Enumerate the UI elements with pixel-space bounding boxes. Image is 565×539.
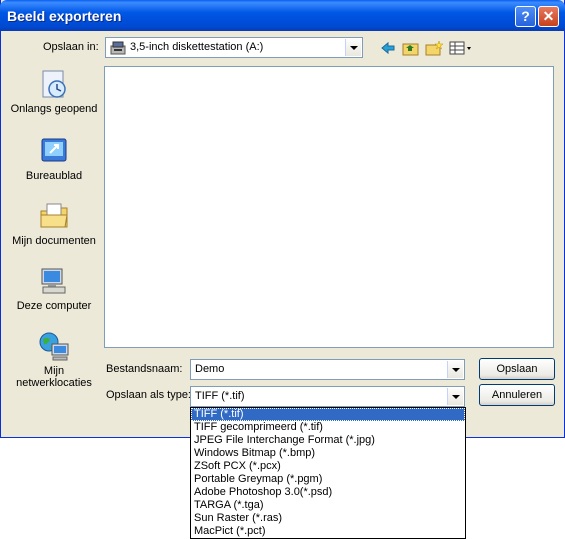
place-my-computer-label: Deze computer [16,300,92,312]
title-bar[interactable]: Beeld exporteren ? ✕ [0,0,565,31]
filetype-option[interactable]: Windows Bitmap (*.bmp) [191,447,465,460]
filetype-option[interactable]: JPEG File Interchange Format (*.jpg) [191,434,465,447]
filetype-option[interactable]: TIFF gecomprimeerd (*.tif) [191,421,465,434]
filetype-option[interactable]: TARGA (*.tga) [191,499,465,512]
file-list[interactable] [104,66,554,348]
place-my-computer[interactable]: Deze computer [9,265,99,312]
save-in-value: 3,5-inch diskettestation (A:) [130,41,264,53]
up-folder-icon[interactable] [401,38,421,58]
filetype-option[interactable]: MacPict (*.pct) [191,525,465,538]
place-desktop[interactable]: Bureaublad [9,135,99,182]
chevron-down-icon[interactable] [345,39,361,56]
my-computer-icon [41,268,66,294]
filetype-label: Opslaan als type: [106,389,191,401]
filetype-option[interactable]: Sun Raster (*.ras) [191,512,465,525]
filetype-dropdown[interactable]: TIFF (*.tif) [190,386,465,407]
recent-documents-icon [42,70,66,98]
new-folder-icon[interactable] [424,38,444,58]
cancel-button[interactable]: Annuleren [479,384,555,406]
back-icon[interactable] [378,38,398,58]
place-recent[interactable]: Onlangs geopend [9,68,99,115]
filetype-options-list[interactable]: TIFF (*.tif) TIFF gecomprimeerd (*.tif) … [190,407,466,539]
filetype-value: TIFF (*.tif) [195,390,245,402]
place-my-documents[interactable]: Mijn documenten [9,200,99,247]
save-button[interactable]: Opslaan [479,358,555,380]
save-in-dropdown[interactable]: 3,5-inch diskettestation (A:) [105,37,363,58]
place-recent-label: Onlangs geopend [10,103,98,115]
place-desktop-label: Bureaublad [25,170,83,182]
network-places-icon [39,332,69,361]
chevron-down-icon[interactable] [447,361,463,378]
filetype-option[interactable]: ZSoft PCX (*.pcx) [191,460,465,473]
window-title: Beeld exporteren [7,8,122,24]
filename-value: Demo [195,363,225,375]
desktop-icon [41,138,67,162]
chevron-down-icon[interactable] [447,388,463,405]
close-button[interactable]: ✕ [538,6,559,27]
filetype-option[interactable]: TIFF (*.tif) [191,408,465,421]
view-menu-icon[interactable] [448,38,474,58]
place-network[interactable]: Mijn netwerklocaties [9,330,99,389]
filetype-option[interactable]: Adobe Photoshop 3.0(*.psd) [191,486,465,499]
place-my-documents-label: Mijn documenten [12,235,96,247]
filename-label: Bestandsnaam: [106,363,183,375]
floppy-drive-icon [110,41,126,55]
filetype-option[interactable]: Portable Greymap (*.pgm) [191,473,465,486]
help-button[interactable]: ? [515,6,536,27]
filename-input[interactable]: Demo [190,359,465,380]
export-image-dialog: Beeld exporteren ? ✕ Opslaan in: 3,5-inc… [0,0,565,438]
place-network-label: Mijn netwerklocaties [16,365,92,389]
save-in-label: Opslaan in: [43,41,99,53]
my-documents-icon [40,203,68,228]
